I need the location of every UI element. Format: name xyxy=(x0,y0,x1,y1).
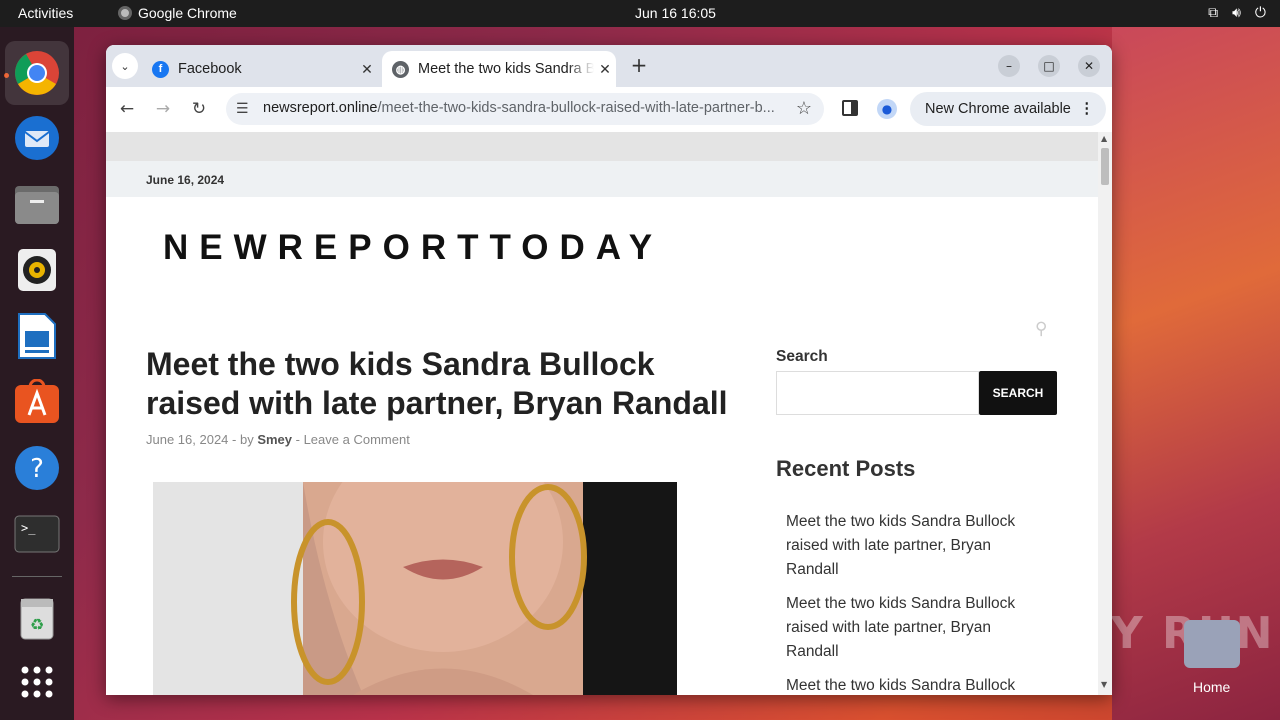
app-grid-icon xyxy=(21,666,53,698)
site-title[interactable]: NEWREPORTTODAY xyxy=(163,228,663,268)
dock-rhythmbox[interactable] xyxy=(12,245,62,295)
profile-avatar-icon[interactable]: ● xyxy=(877,99,897,119)
recent-post-link[interactable]: Meet the two kids Sandra Bullock raised … xyxy=(786,592,1036,664)
top-bar: Activities Google Chrome Jun 16 16:05 ⧉ … xyxy=(0,0,1280,27)
dock-app-center[interactable] xyxy=(12,377,62,427)
back-button[interactable]: ← xyxy=(114,96,140,122)
search-button[interactable]: SEARCH xyxy=(979,371,1057,415)
thunderbird-icon xyxy=(15,116,59,160)
dock-thunderbird[interactable] xyxy=(12,113,62,163)
new-chrome-available-button[interactable]: New Chrome available ⋮ xyxy=(910,92,1106,126)
dock-files[interactable] xyxy=(12,179,62,229)
recent-posts-title: Recent Posts xyxy=(776,456,916,481)
dock-chrome[interactable] xyxy=(5,41,69,105)
toolbar: ← → ↻ ☰ newsreport.online/meet-the-two-k… xyxy=(106,87,1112,131)
power-icon: ⏻ xyxy=(1254,4,1266,20)
meta-separator: - xyxy=(292,432,304,447)
post-date[interactable]: June 16, 2024 xyxy=(146,432,228,447)
header-date: June 16, 2024 xyxy=(146,173,225,187)
libreoffice-writer-icon xyxy=(18,313,56,359)
globe-icon: ◍ xyxy=(392,60,409,78)
home-folder-label: Home xyxy=(1193,679,1231,695)
minimize-button[interactable]: – xyxy=(998,55,1020,77)
network-icon: ⧉ xyxy=(1208,4,1219,20)
post-title: Meet the two kids Sandra Bullock raised … xyxy=(146,346,728,421)
menu-dots-icon[interactable]: ⋮ xyxy=(1080,92,1095,126)
tab-search-button[interactable]: ⌄ xyxy=(112,53,138,79)
chrome-small-icon xyxy=(118,6,132,20)
app-center-icon xyxy=(15,379,59,423)
trash-icon: ♻ xyxy=(20,598,54,640)
close-window-button[interactable]: ✕ xyxy=(1078,55,1100,77)
search-widget-title: Search xyxy=(776,348,828,365)
close-tab-icon[interactable]: ✕ xyxy=(594,61,616,78)
tab-title: Facebook xyxy=(178,61,242,77)
new-tab-button[interactable]: + xyxy=(626,53,652,79)
search-input[interactable] xyxy=(776,371,979,415)
scroll-up-icon[interactable]: ▲ xyxy=(1101,134,1107,143)
chrome-window: ⌄ f Facebook ✕ ◍ Meet the two kids Sandr… xyxy=(106,45,1112,695)
web-page: June 16, 2024 NEWREPORTTODAY ⚲ Meet the … xyxy=(106,132,1098,695)
app-name: Google Chrome xyxy=(138,5,237,21)
post-meta: June 16, 2024 - by Smey - Leave a Commen… xyxy=(146,432,410,447)
tab-facebook[interactable]: f Facebook ✕ xyxy=(144,51,378,87)
svg-text:♻: ♻ xyxy=(30,615,44,634)
address-bar[interactable]: ☰ newsreport.online/meet-the-two-kids-sa… xyxy=(226,93,824,125)
featured-image xyxy=(153,482,677,695)
home-folder-icon[interactable] xyxy=(1184,620,1240,668)
recent-post-link[interactable]: Meet the two kids Sandra Bullock raised … xyxy=(786,510,1036,582)
close-tab-icon[interactable]: ✕ xyxy=(356,61,378,78)
dock-trash[interactable]: ♻ xyxy=(12,593,62,643)
search-icon[interactable]: ⚲ xyxy=(1035,319,1047,339)
tab-title: Meet the two kids Sandra Bullock raised … xyxy=(418,61,594,77)
facebook-icon: f xyxy=(152,60,169,78)
post-author[interactable]: Smey xyxy=(257,432,292,447)
dock-writer[interactable] xyxy=(12,311,62,361)
forward-button[interactable]: → xyxy=(150,96,176,122)
clock[interactable]: Jun 16 16:05 xyxy=(635,5,716,21)
recent-post-link[interactable]: Meet the two kids Sandra Bullock xyxy=(786,674,1036,695)
dock-help[interactable]: ? xyxy=(12,443,62,493)
side-panel-icon[interactable] xyxy=(842,100,858,116)
url-text[interactable]: newsreport.online/meet-the-two-kids-sand… xyxy=(263,100,783,116)
dock-app-grid[interactable] xyxy=(12,657,62,707)
meta-separator: - by xyxy=(228,432,258,447)
leave-comment-link[interactable]: Leave a Comment xyxy=(304,432,410,447)
top-nav-strip xyxy=(106,132,1098,161)
chrome-icon xyxy=(15,51,59,95)
scrollbar-thumb[interactable] xyxy=(1101,148,1109,185)
system-tray[interactable]: ⧉ 🔊︎ ⏻ xyxy=(1208,4,1266,21)
portrait-photo xyxy=(153,482,677,695)
site-info-icon[interactable]: ☰ xyxy=(236,100,249,117)
url-path: /meet-the-two-kids-sandra-bullock-raised… xyxy=(377,100,775,116)
bookmark-star-icon[interactable]: ☆ xyxy=(796,98,812,119)
dock: ? >_ ♻ xyxy=(0,27,74,720)
volume-icon: 🔊︎ xyxy=(1232,4,1241,20)
files-icon xyxy=(15,186,59,224)
help-icon: ? xyxy=(15,446,59,490)
dock-terminal[interactable]: >_ xyxy=(12,509,62,559)
terminal-icon: >_ xyxy=(14,515,60,553)
tab-article[interactable]: ◍ Meet the two kids Sandra Bullock raise… xyxy=(382,51,616,87)
activities-button[interactable]: Activities xyxy=(18,5,73,21)
page-scrollbar[interactable]: ▲ ▼ xyxy=(1098,132,1112,695)
rhythmbox-icon xyxy=(18,249,56,291)
scroll-down-icon[interactable]: ▼ xyxy=(1101,680,1107,689)
dock-separator xyxy=(12,576,62,577)
date-bar: June 16, 2024 xyxy=(106,161,1098,197)
svg-text:?: ? xyxy=(30,454,44,484)
svg-text:>_: >_ xyxy=(21,521,36,535)
tab-strip: ⌄ f Facebook ✕ ◍ Meet the two kids Sandr… xyxy=(106,45,1112,87)
app-menu[interactable]: Google Chrome xyxy=(118,5,237,21)
reload-button[interactable]: ↻ xyxy=(186,96,212,122)
update-chip-label: New Chrome available xyxy=(925,101,1071,117)
url-host: newsreport.online xyxy=(263,100,378,116)
maximize-button[interactable]: □ xyxy=(1038,55,1060,77)
